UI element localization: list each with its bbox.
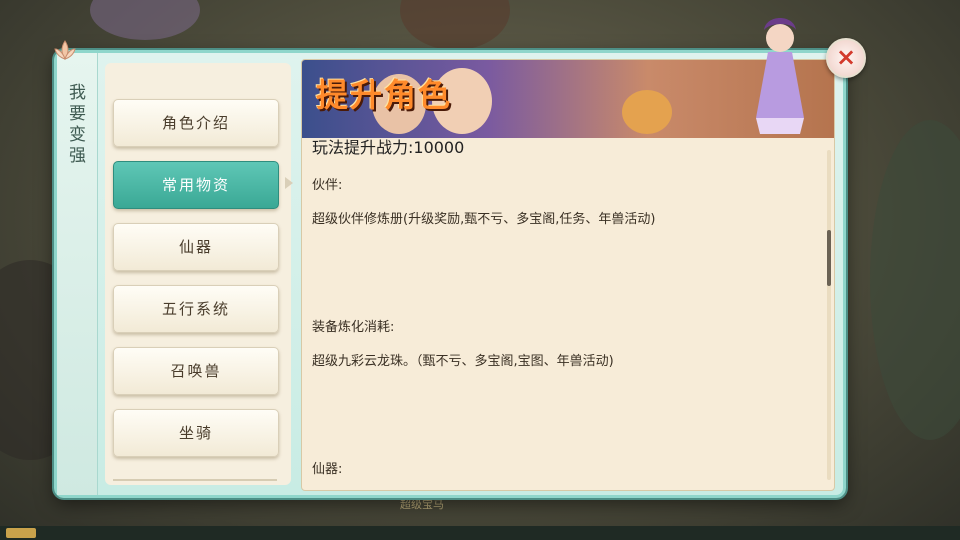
bottom-bar — [0, 526, 960, 540]
close-icon: × — [835, 43, 857, 71]
banner-mascot — [622, 90, 672, 134]
menu-item-mount[interactable]: 坐骑 — [113, 409, 279, 457]
bottom-hint-text: 超级宝马 — [400, 498, 444, 511]
section-heading-artifact: 仙器: — [312, 462, 343, 477]
section-heading-partner: 伙伴: — [312, 178, 343, 193]
strengthen-window: 我要变强 角色介绍 常用物资 仙器 五行系统 召唤兽 坐骑 提升角色 玩法提升战… — [54, 40, 846, 498]
scene-figure-top — [400, 0, 510, 50]
section-heading-equipment: 装备炼化消耗: — [312, 320, 395, 335]
scene-figure-topleft — [90, 0, 200, 40]
lotus-icon — [54, 40, 76, 60]
menu-item-common-supplies[interactable]: 常用物资 — [113, 161, 279, 209]
menu-item-summon-beast[interactable]: 召唤兽 — [113, 347, 279, 395]
fairy-character — [756, 18, 804, 134]
scrollbar-track[interactable] — [827, 150, 831, 480]
banner-title: 提升角色 — [316, 76, 453, 114]
menu-divider — [113, 479, 277, 481]
menu-item-artifact[interactable]: 仙器 — [113, 223, 279, 271]
menu-item-five-elements[interactable]: 五行系统 — [113, 285, 279, 333]
section-body-equipment: 超级九彩云龙珠。（甄不亏、多宝阁,宝图、年兽活动) — [312, 354, 614, 369]
side-title: 我要变强 — [69, 83, 87, 166]
side-strip: 我要变强 — [54, 40, 98, 495]
active-indicator-arrow — [285, 177, 293, 189]
close-button[interactable]: × — [826, 38, 866, 78]
bottom-tag[interactable] — [6, 528, 36, 538]
scrollbar-thumb[interactable] — [827, 230, 831, 286]
scene-tree-right — [870, 120, 960, 440]
content-scroll-area[interactable]: 玩法提升战力:10000 伙伴: 超级伙伴修炼册(升级奖励,甄不亏、多宝阁,任务… — [302, 138, 824, 490]
category-menu: 角色介绍 常用物资 仙器 五行系统 召唤兽 坐骑 — [105, 63, 291, 485]
power-line: 玩法提升战力:10000 — [312, 138, 465, 157]
section-body-partner: 超级伙伴修炼册(升级奖励,甄不亏、多宝阁,任务、年兽活动) — [312, 212, 656, 227]
menu-item-role-intro[interactable]: 角色介绍 — [113, 99, 279, 147]
